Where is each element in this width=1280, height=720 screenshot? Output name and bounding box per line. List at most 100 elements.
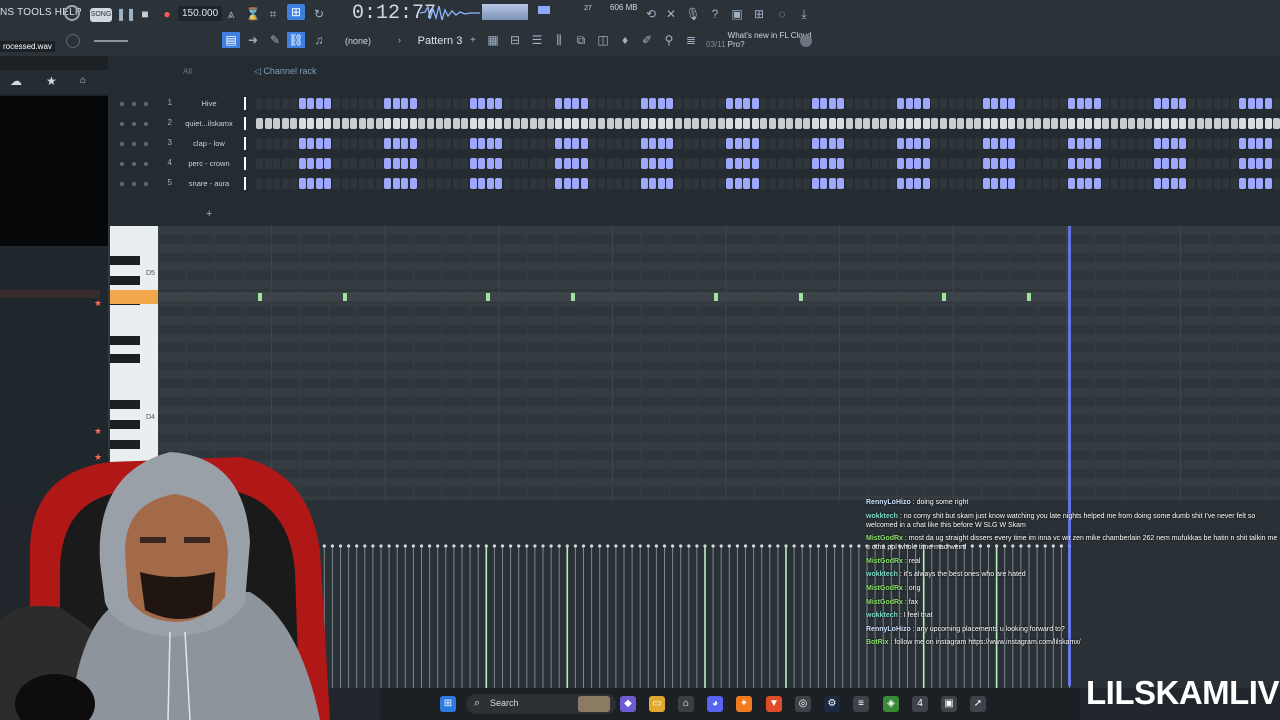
step-button[interactable] [452, 158, 460, 169]
step-button[interactable] [649, 98, 657, 109]
step-button[interactable] [769, 158, 776, 169]
step-button[interactable] [1205, 138, 1213, 149]
step-button[interactable] [589, 138, 597, 149]
step-button[interactable] [863, 158, 871, 169]
step-button[interactable] [606, 118, 614, 129]
step-button[interactable] [1170, 138, 1178, 149]
step-button[interactable] [649, 178, 657, 189]
step-button[interactable] [982, 178, 990, 189]
step-button[interactable] [905, 178, 913, 189]
step-button[interactable] [692, 178, 700, 189]
velocity-handle[interactable] [849, 544, 853, 548]
step-button[interactable] [409, 118, 417, 129]
step-button[interactable] [444, 138, 452, 149]
step-button[interactable] [794, 138, 802, 149]
step-button[interactable] [1059, 158, 1067, 169]
panning-icon[interactable] [144, 182, 148, 186]
step-button[interactable] [1042, 118, 1050, 129]
step-button[interactable] [905, 118, 913, 129]
step-button[interactable] [1170, 98, 1178, 109]
step-button[interactable] [1008, 158, 1016, 169]
velocity-handle[interactable] [573, 544, 577, 548]
midi-note[interactable] [942, 293, 946, 301]
step-button[interactable] [615, 118, 623, 129]
step-button[interactable] [760, 98, 768, 109]
step-button[interactable] [546, 158, 554, 169]
channel-number[interactable]: 5 [162, 178, 172, 187]
step-button[interactable] [486, 98, 494, 109]
step-button[interactable] [674, 158, 682, 169]
step-button[interactable] [1059, 178, 1067, 189]
channel-volume-marker[interactable] [244, 117, 246, 130]
step-button[interactable] [273, 138, 281, 149]
velocity-handle[interactable] [452, 544, 456, 548]
step-button[interactable] [1034, 178, 1042, 189]
panning-icon[interactable] [144, 102, 148, 106]
step-button[interactable] [273, 98, 281, 109]
add-pattern-icon[interactable]: + [470, 35, 476, 46]
chat-username[interactable]: MistGodRx [866, 558, 903, 565]
step-button[interactable] [469, 118, 477, 129]
step-button[interactable] [871, 158, 879, 169]
step-button[interactable] [666, 138, 674, 149]
step-button[interactable] [444, 178, 452, 189]
chat-username[interactable]: BotRix [866, 639, 889, 646]
step-button[interactable] [521, 118, 529, 129]
velocity-handle[interactable] [428, 544, 432, 548]
step-button[interactable] [820, 138, 828, 149]
fl-studio-icon[interactable]: ✦ [736, 696, 752, 712]
channel-filter[interactable]: All [183, 67, 192, 76]
velocity-handle[interactable] [687, 544, 691, 548]
step-button[interactable] [1059, 118, 1067, 129]
step-button[interactable] [1008, 98, 1016, 109]
step-button[interactable] [640, 138, 648, 149]
step-button[interactable] [452, 138, 460, 149]
step-button[interactable] [401, 178, 409, 189]
step-button[interactable] [307, 118, 315, 129]
step-button[interactable] [495, 118, 503, 129]
countdown-icon[interactable]: ⌛ [244, 6, 262, 22]
chat-username[interactable]: wokktech [866, 571, 898, 578]
step-button[interactable] [332, 138, 340, 149]
step-button[interactable] [1093, 178, 1101, 189]
step-button[interactable] [256, 138, 263, 149]
step-button[interactable] [375, 158, 383, 169]
step-button[interactable] [1016, 118, 1024, 129]
step-button[interactable] [1145, 118, 1153, 129]
step-button[interactable] [777, 178, 785, 189]
step-button[interactable] [991, 138, 999, 149]
step-button[interactable] [1230, 118, 1238, 129]
step-button[interactable] [572, 178, 580, 189]
step-button[interactable] [427, 118, 434, 129]
velocity-handle[interactable] [403, 544, 407, 548]
step-button[interactable] [1119, 178, 1127, 189]
step-button[interactable] [478, 158, 486, 169]
step-button[interactable] [914, 178, 922, 189]
step-button[interactable] [726, 158, 734, 169]
step-button[interactable] [332, 118, 340, 129]
step-button[interactable] [281, 178, 289, 189]
step-button[interactable] [769, 98, 776, 109]
step-button[interactable] [332, 158, 340, 169]
step-button[interactable] [863, 98, 871, 109]
step-button[interactable] [717, 98, 725, 109]
midi-note[interactable] [714, 293, 718, 301]
step-button[interactable] [828, 138, 836, 149]
app-icon[interactable]: ➚ [970, 696, 986, 712]
velocity-handle[interactable] [857, 544, 861, 548]
step-button[interactable] [529, 138, 537, 149]
news-panel[interactable]: 03/11 What's new in FL Cloud Pro? [706, 31, 814, 49]
channel-name-button[interactable]: clap - low [178, 139, 240, 148]
step-button[interactable] [854, 118, 862, 129]
step-button[interactable] [341, 178, 349, 189]
step-button[interactable] [751, 158, 759, 169]
step-button[interactable] [1230, 178, 1238, 189]
step-button[interactable] [401, 118, 409, 129]
velocity-handle[interactable] [460, 544, 464, 548]
step-button[interactable] [640, 118, 648, 129]
step-button[interactable] [427, 138, 434, 149]
step-button[interactable] [743, 178, 751, 189]
windows-start-icon[interactable]: ⊞ [440, 696, 456, 712]
step-button[interactable] [640, 178, 648, 189]
step-button[interactable] [820, 98, 828, 109]
